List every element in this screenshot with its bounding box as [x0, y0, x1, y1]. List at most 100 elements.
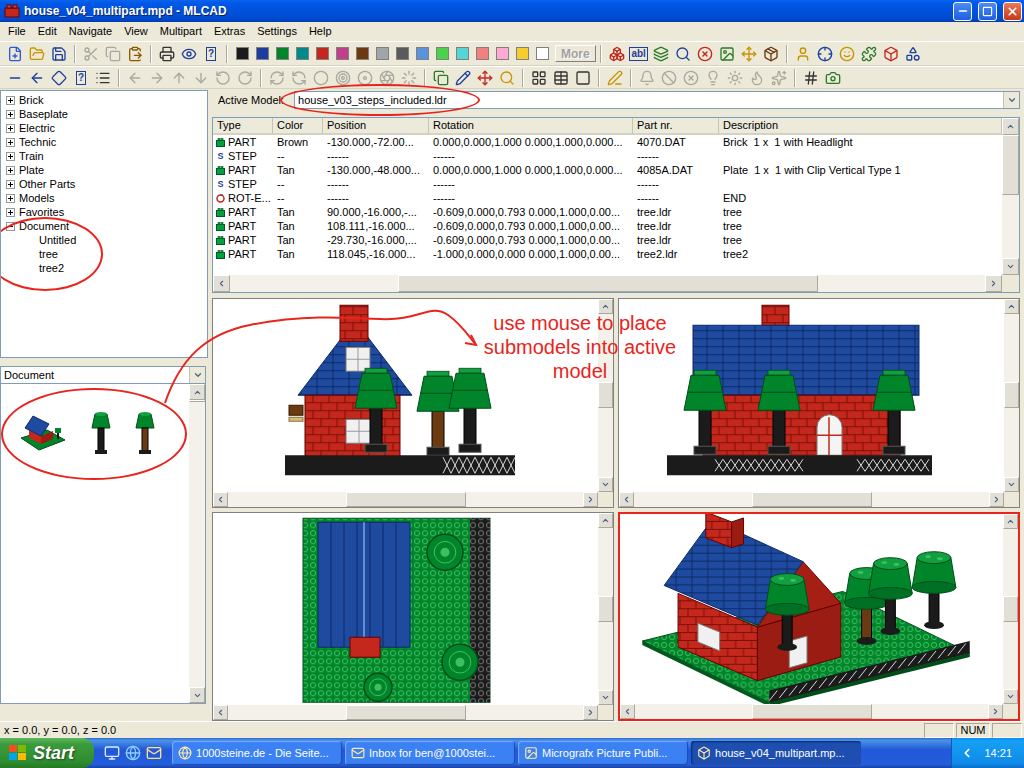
color-swatch[interactable]	[232, 43, 252, 64]
rotate-x-button[interactable]	[266, 67, 288, 88]
scroll-thumb[interactable]	[189, 400, 205, 402]
list-button[interactable]	[92, 67, 114, 88]
hash-button[interactable]	[800, 67, 822, 88]
minimize-button[interactable]	[953, 2, 972, 21]
translate-button[interactable]	[474, 67, 496, 88]
back-button[interactable]	[26, 67, 48, 88]
scroll-thumb[interactable]	[398, 275, 818, 292]
table-row[interactable]: PARTTan118.045,-16.000...-1.000,0.000,0.…	[213, 247, 1002, 261]
add-part-button[interactable]	[606, 43, 628, 64]
scroll-down-button[interactable]	[189, 687, 205, 703]
top-view[interactable]	[212, 512, 614, 722]
taskbar-button[interactable]: 1000steine.de - Die Seite...	[172, 741, 342, 765]
move-right-button[interactable]	[146, 67, 168, 88]
scroll-thumb[interactable]	[752, 704, 872, 719]
scroll-thumb[interactable]	[346, 705, 466, 720]
color-swatch[interactable]	[432, 43, 452, 64]
expander-icon[interactable]	[6, 96, 15, 105]
table-row[interactable]: PARTTan-29.730,-16.000,...-0.609,0.000,0…	[213, 233, 1002, 247]
active-model-select[interactable]: house_v03_steps_included.ldr	[294, 91, 1020, 109]
mirror-button[interactable]	[354, 67, 376, 88]
scroll-thumb[interactable]	[1004, 382, 1019, 408]
shapes-button[interactable]	[902, 43, 924, 64]
scroll-thumb[interactable]	[346, 492, 466, 507]
color-swatch[interactable]	[492, 43, 512, 64]
help-button[interactable]: ?	[200, 43, 222, 64]
render-button[interactable]	[716, 43, 738, 64]
more-colors-button[interactable]: More	[555, 45, 596, 62]
close-button[interactable]	[1003, 2, 1022, 21]
table-row[interactable]: SSTEP--------------------	[213, 177, 1002, 191]
rotate-cw-button[interactable]	[234, 67, 256, 88]
internet-explorer-icon[interactable]	[125, 745, 141, 761]
scroll-thumb[interactable]	[598, 596, 613, 622]
menu-item[interactable]: Help	[303, 23, 338, 40]
expander-icon[interactable]	[6, 194, 15, 203]
horizontal-scrollbar[interactable]	[620, 704, 1018, 719]
scroll-up-button[interactable]	[1002, 118, 1019, 135]
find-button[interactable]	[672, 43, 694, 64]
scroll-right-button[interactable]	[583, 492, 598, 507]
scroll-thumb[interactable]	[1002, 135, 1019, 195]
scroll-right-button[interactable]	[583, 705, 598, 720]
dropdown-button[interactable]	[189, 367, 205, 383]
start-button[interactable]: Start	[0, 738, 94, 768]
tree-item[interactable]: Electric	[3, 121, 207, 135]
center-button[interactable]	[814, 43, 836, 64]
show-desktop-icon[interactable]	[104, 745, 120, 761]
column-header[interactable]: Type	[213, 118, 273, 135]
rotate-z-button[interactable]	[310, 67, 332, 88]
expander-icon[interactable]	[6, 138, 15, 147]
duplicate-button[interactable]	[430, 67, 452, 88]
table-row[interactable]: ROT-E...--------------------END	[213, 191, 1002, 205]
scroll-right-button[interactable]	[985, 275, 1002, 292]
scroll-down-button[interactable]	[598, 477, 613, 492]
print-button[interactable]	[156, 43, 178, 64]
scroll-left-button[interactable]	[619, 492, 634, 507]
menu-item[interactable]: Settings	[251, 23, 303, 40]
brick-button[interactable]	[880, 43, 902, 64]
tree-thumbnail[interactable]	[91, 412, 111, 456]
save-button[interactable]	[48, 43, 70, 64]
horizontal-scrollbar[interactable]	[213, 705, 613, 720]
color-swatch[interactable]	[472, 43, 492, 64]
column-header[interactable]: Part nr.	[633, 118, 719, 135]
scroll-up-button[interactable]	[1004, 299, 1019, 314]
context-help-button[interactable]: ?	[70, 67, 92, 88]
menu-item[interactable]: Edit	[32, 23, 63, 40]
color-swatch[interactable]	[312, 43, 332, 64]
menu-item[interactable]: Extras	[208, 23, 251, 40]
color-swatch[interactable]	[392, 43, 412, 64]
move-left-button[interactable]	[124, 67, 146, 88]
spin-button[interactable]	[398, 67, 420, 88]
taskbar-button[interactable]: Inbox for ben@1000stei...	[345, 741, 515, 765]
vertical-scrollbar[interactable]	[189, 384, 205, 703]
snap-button[interactable]	[376, 67, 398, 88]
annotate-button[interactable]	[604, 67, 626, 88]
scroll-right-button[interactable]	[988, 704, 1003, 719]
color-swatch[interactable]	[412, 43, 432, 64]
horizontal-scrollbar[interactable]	[619, 492, 1019, 507]
tree-child-item[interactable]: Untitled	[3, 233, 207, 247]
menu-item[interactable]: View	[118, 23, 154, 40]
tree-item[interactable]: Train	[3, 149, 207, 163]
sun-button[interactable]	[724, 67, 746, 88]
tree-item[interactable]: Models	[3, 191, 207, 205]
scroll-up-button[interactable]	[598, 513, 613, 528]
taskbar-button[interactable]: Micrografx Picture Publi...	[518, 741, 688, 765]
move-down-button[interactable]	[190, 67, 212, 88]
menu-item[interactable]: Multipart	[154, 23, 208, 40]
grid-fine-button[interactable]	[572, 67, 594, 88]
scroll-thumb[interactable]	[752, 492, 872, 507]
tree-child-item[interactable]: tree2	[3, 261, 207, 275]
grid-button[interactable]	[528, 67, 550, 88]
preview-dropdown[interactable]: Document	[0, 366, 206, 384]
house-thumbnail[interactable]	[19, 412, 67, 452]
table-row[interactable]: PARTBrown-130.000,-72.00...0.000,0.000,1…	[213, 135, 1002, 149]
taskbar-button[interactable]: house_v04_multipart.mp...	[691, 741, 861, 765]
color-swatch[interactable]	[532, 43, 552, 64]
tree-item[interactable]: Other Parts	[3, 177, 207, 191]
color-swatch[interactable]	[332, 43, 352, 64]
scroll-left-button[interactable]	[620, 704, 635, 719]
expander-icon[interactable]	[6, 166, 15, 175]
